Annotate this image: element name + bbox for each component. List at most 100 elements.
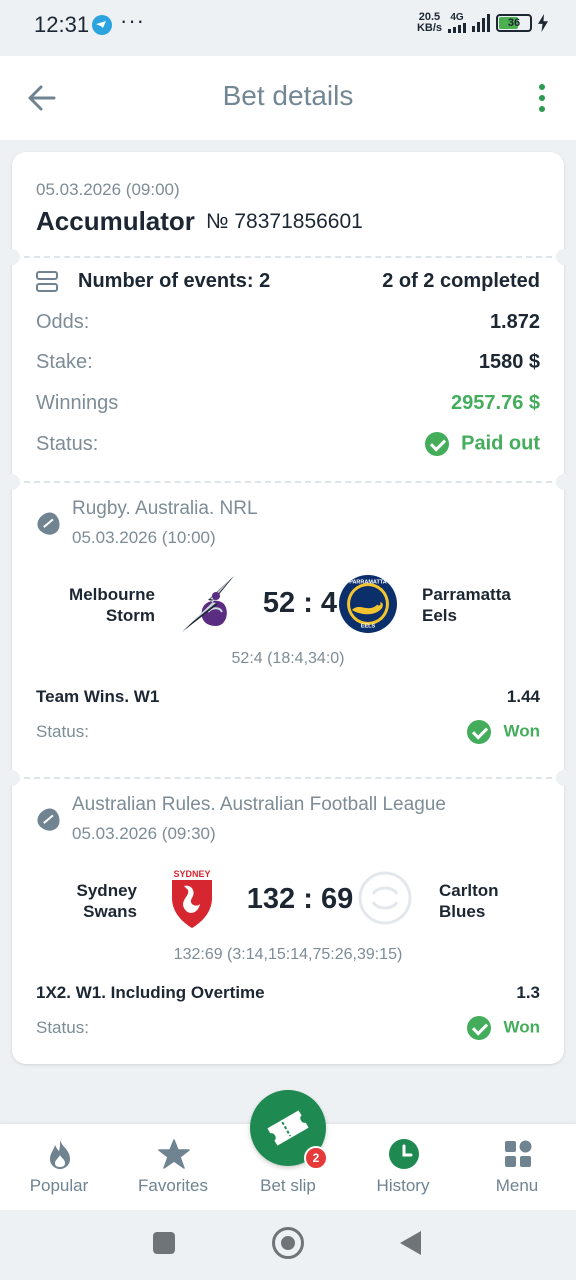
divider-notch — [4, 249, 20, 265]
status-value: Paid out — [461, 432, 540, 455]
odds-value: 1.872 — [489, 311, 540, 333]
status-bar: 12:31 ··· 20.5 KB/s 4G 36 — [0, 0, 576, 52]
clock-icon — [389, 1139, 419, 1169]
market-row: 1X2. W1. Including Overtime 1.3 — [36, 983, 540, 1003]
event-date: 05.03.2026 (10:00) — [72, 528, 216, 547]
signal-icon — [448, 23, 466, 33]
nav-favorites[interactable]: Favorites — [115, 1124, 231, 1210]
home-team-line1: Melbourne — [69, 585, 155, 604]
market-name: 1X2. W1. Including Overtime — [36, 983, 265, 1002]
odds-row: Odds: 1.872 — [36, 311, 540, 334]
system-navigation — [0, 1210, 576, 1280]
ticket-icon — [267, 1110, 309, 1146]
divider-notch — [556, 770, 572, 786]
divider-notch — [4, 770, 20, 786]
parramatta-logo-text: PARRAMATTA — [349, 580, 387, 586]
divider-notch — [556, 249, 572, 265]
home-team-name: Melbourne Storm — [42, 584, 155, 626]
page-title: Bet details — [222, 80, 354, 111]
more-options-icon[interactable] — [538, 84, 546, 112]
rugby-ball-icon — [33, 508, 65, 540]
nav-history[interactable]: History — [345, 1124, 461, 1210]
battery-icon: 36 — [496, 14, 532, 32]
event-date: 05.03.2026 (09:30) — [72, 824, 216, 843]
signal-icon — [472, 14, 490, 32]
svg-text:EELS: EELS — [361, 624, 376, 630]
flame-icon — [50, 1140, 70, 1169]
winnings-label: Winnings — [36, 392, 119, 414]
events-list-icon — [36, 270, 58, 293]
event-status-label: Status: — [36, 722, 89, 741]
event-league: Rugby. Australia. NRL — [72, 498, 258, 519]
stake-row: Stake: 1580 $ — [36, 351, 540, 374]
event-score: 132 : 69 — [246, 883, 354, 915]
sydney-swans-logo: SYDNEY — [172, 869, 212, 928]
check-circle-icon — [467, 720, 492, 744]
nav-popular[interactable]: Popular — [1, 1124, 117, 1210]
speed-unit: KB/s — [416, 22, 442, 34]
bet-details-card: 05.03.2026 (09:00) Accumulator № 7837185… — [4, 152, 572, 1064]
parramatta-eels-logo: PARRAMATTA EELS — [339, 575, 397, 633]
more-notifications-icon: ··· — [120, 8, 145, 33]
odds-label: Odds: — [36, 311, 90, 333]
away-team-name: Carlton Blues — [439, 880, 549, 922]
grid-icon — [505, 1140, 532, 1167]
divider — [24, 256, 552, 258]
nav-label: Menu — [495, 1176, 539, 1195]
bet-slip-count-badge: 2 — [304, 1146, 328, 1170]
divider — [24, 777, 552, 779]
score-breakdown: 132:69 (3:14,15:14,75:26,39:15) — [173, 946, 403, 963]
bet-number: № 78371856601 — [206, 210, 363, 233]
event-status-badge: Won — [467, 720, 540, 744]
carlton-blues-logo — [358, 871, 412, 925]
event-status-badge: Won — [467, 1016, 540, 1040]
divider-notch — [4, 474, 20, 490]
market-odds: 1.3 — [516, 983, 540, 1002]
event-status-label: Status: — [36, 1018, 89, 1037]
system-back-button[interactable] — [400, 1231, 421, 1255]
nav-label: Bet slip — [260, 1176, 316, 1195]
bet-date: 05.03.2026 (09:00) — [36, 180, 180, 199]
telegram-icon — [92, 15, 112, 35]
check-circle-icon — [467, 1016, 492, 1040]
score-breakdown: 52:4 (18:4,34:0) — [231, 650, 345, 667]
stake-label: Stake: — [36, 351, 93, 373]
away-team-line2: Blues — [439, 902, 486, 921]
network-type: 4G — [448, 13, 466, 33]
stake-value: 1580 $ — [478, 351, 540, 373]
nav-menu[interactable]: Menu — [459, 1124, 575, 1210]
recent-apps-button[interactable] — [153, 1232, 175, 1254]
network-label: 4G — [450, 12, 464, 23]
bet-type: Accumulator — [36, 206, 195, 236]
status-badge: Paid out — [425, 432, 540, 456]
status-indicators: 20.5 KB/s 4G 36 — [417, 12, 548, 34]
nav-label: Popular — [29, 1176, 89, 1195]
check-circle-icon — [425, 432, 450, 456]
event-status-value: Won — [503, 721, 540, 741]
home-team-line2: Storm — [105, 606, 155, 625]
market-name: Team Wins. W1 — [36, 687, 160, 706]
home-button[interactable] — [272, 1227, 304, 1259]
events-count: Number of events: 2 — [78, 270, 271, 292]
event-status-value: Won — [503, 1017, 540, 1037]
app-bar: Bet details — [0, 56, 576, 140]
away-team-name: Parramatta Eels — [422, 584, 552, 626]
winnings-value: 2957.76 $ — [451, 392, 540, 414]
nav-label: Favorites — [138, 1176, 208, 1195]
home-team-line1: Sydney — [76, 881, 137, 900]
event-league: Australian Rules. Australian Football Le… — [72, 794, 446, 815]
star-icon — [158, 1139, 190, 1169]
battery-level: 36 — [507, 17, 521, 29]
market-odds: 1.44 — [506, 687, 540, 706]
away-team-line1: Carlton — [439, 881, 499, 900]
football-icon — [33, 804, 65, 836]
home-team-name: Sydney Swans — [42, 880, 137, 922]
bet-status-row: Status: Paid out — [36, 432, 540, 456]
market-row: Team Wins. W1 1.44 — [36, 687, 540, 707]
events-count-group: Number of events: 2 — [36, 270, 270, 293]
clock-time: 12:31 — [34, 12, 90, 37]
event-status-row: Status: Won — [36, 720, 540, 744]
divider — [24, 481, 552, 483]
sydney-logo-text: SYDNEY — [173, 869, 210, 879]
nav-label: History — [376, 1176, 430, 1195]
